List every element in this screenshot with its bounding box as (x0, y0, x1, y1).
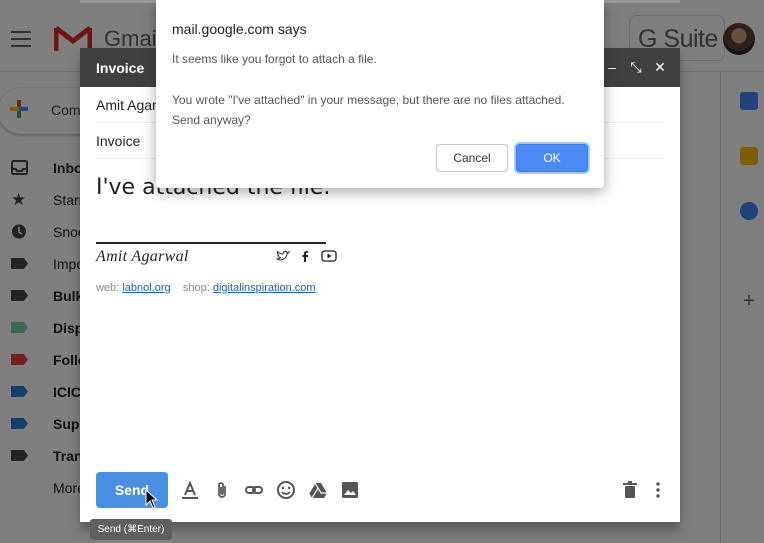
mouse-cursor-icon (145, 489, 159, 509)
facebook-icon[interactable] (300, 250, 310, 262)
signature-name: Amit Agarwal (96, 248, 189, 265)
photo-icon[interactable] (340, 480, 360, 500)
signature-links: web: labnol.org shop: digitalinspiration… (96, 282, 316, 294)
text-format-icon[interactable] (180, 480, 200, 500)
shop-link[interactable]: digitalinspiration.com (213, 282, 316, 294)
attach-icon[interactable] (212, 480, 232, 500)
web-label: web: (96, 282, 120, 294)
signature-social (275, 249, 337, 263)
twitter-icon[interactable] (275, 250, 291, 262)
link-icon[interactable] (244, 480, 264, 500)
send-tooltip: Send (⌘Enter) (90, 519, 172, 540)
signature-divider (96, 242, 326, 244)
dialog-title: mail.google.com says (172, 21, 307, 37)
cancel-button[interactable]: Cancel (436, 144, 508, 172)
alert-dialog: mail.google.com says It seems like you f… (156, 0, 604, 188)
dialog-message-secondary: You wrote "I've attached" in your messag… (172, 93, 565, 127)
fullscreen-icon[interactable]: ⤡ (628, 59, 644, 75)
dialog-message-primary: It seems like you forgot to attach a fil… (172, 52, 377, 66)
more-options-icon[interactable] (648, 480, 668, 500)
emoji-icon[interactable] (276, 480, 296, 500)
close-icon[interactable]: ✕ (652, 59, 668, 75)
drive-icon[interactable] (308, 480, 328, 500)
ok-button[interactable]: OK (516, 144, 588, 172)
youtube-icon[interactable] (321, 250, 337, 262)
web-link[interactable]: labnol.org (122, 282, 170, 294)
minimize-icon[interactable]: – (604, 59, 620, 75)
compose-title: Invoice (96, 60, 145, 76)
trash-icon[interactable] (620, 480, 640, 500)
shop-label: shop: (182, 282, 210, 294)
subject-text: Invoice (96, 133, 141, 149)
